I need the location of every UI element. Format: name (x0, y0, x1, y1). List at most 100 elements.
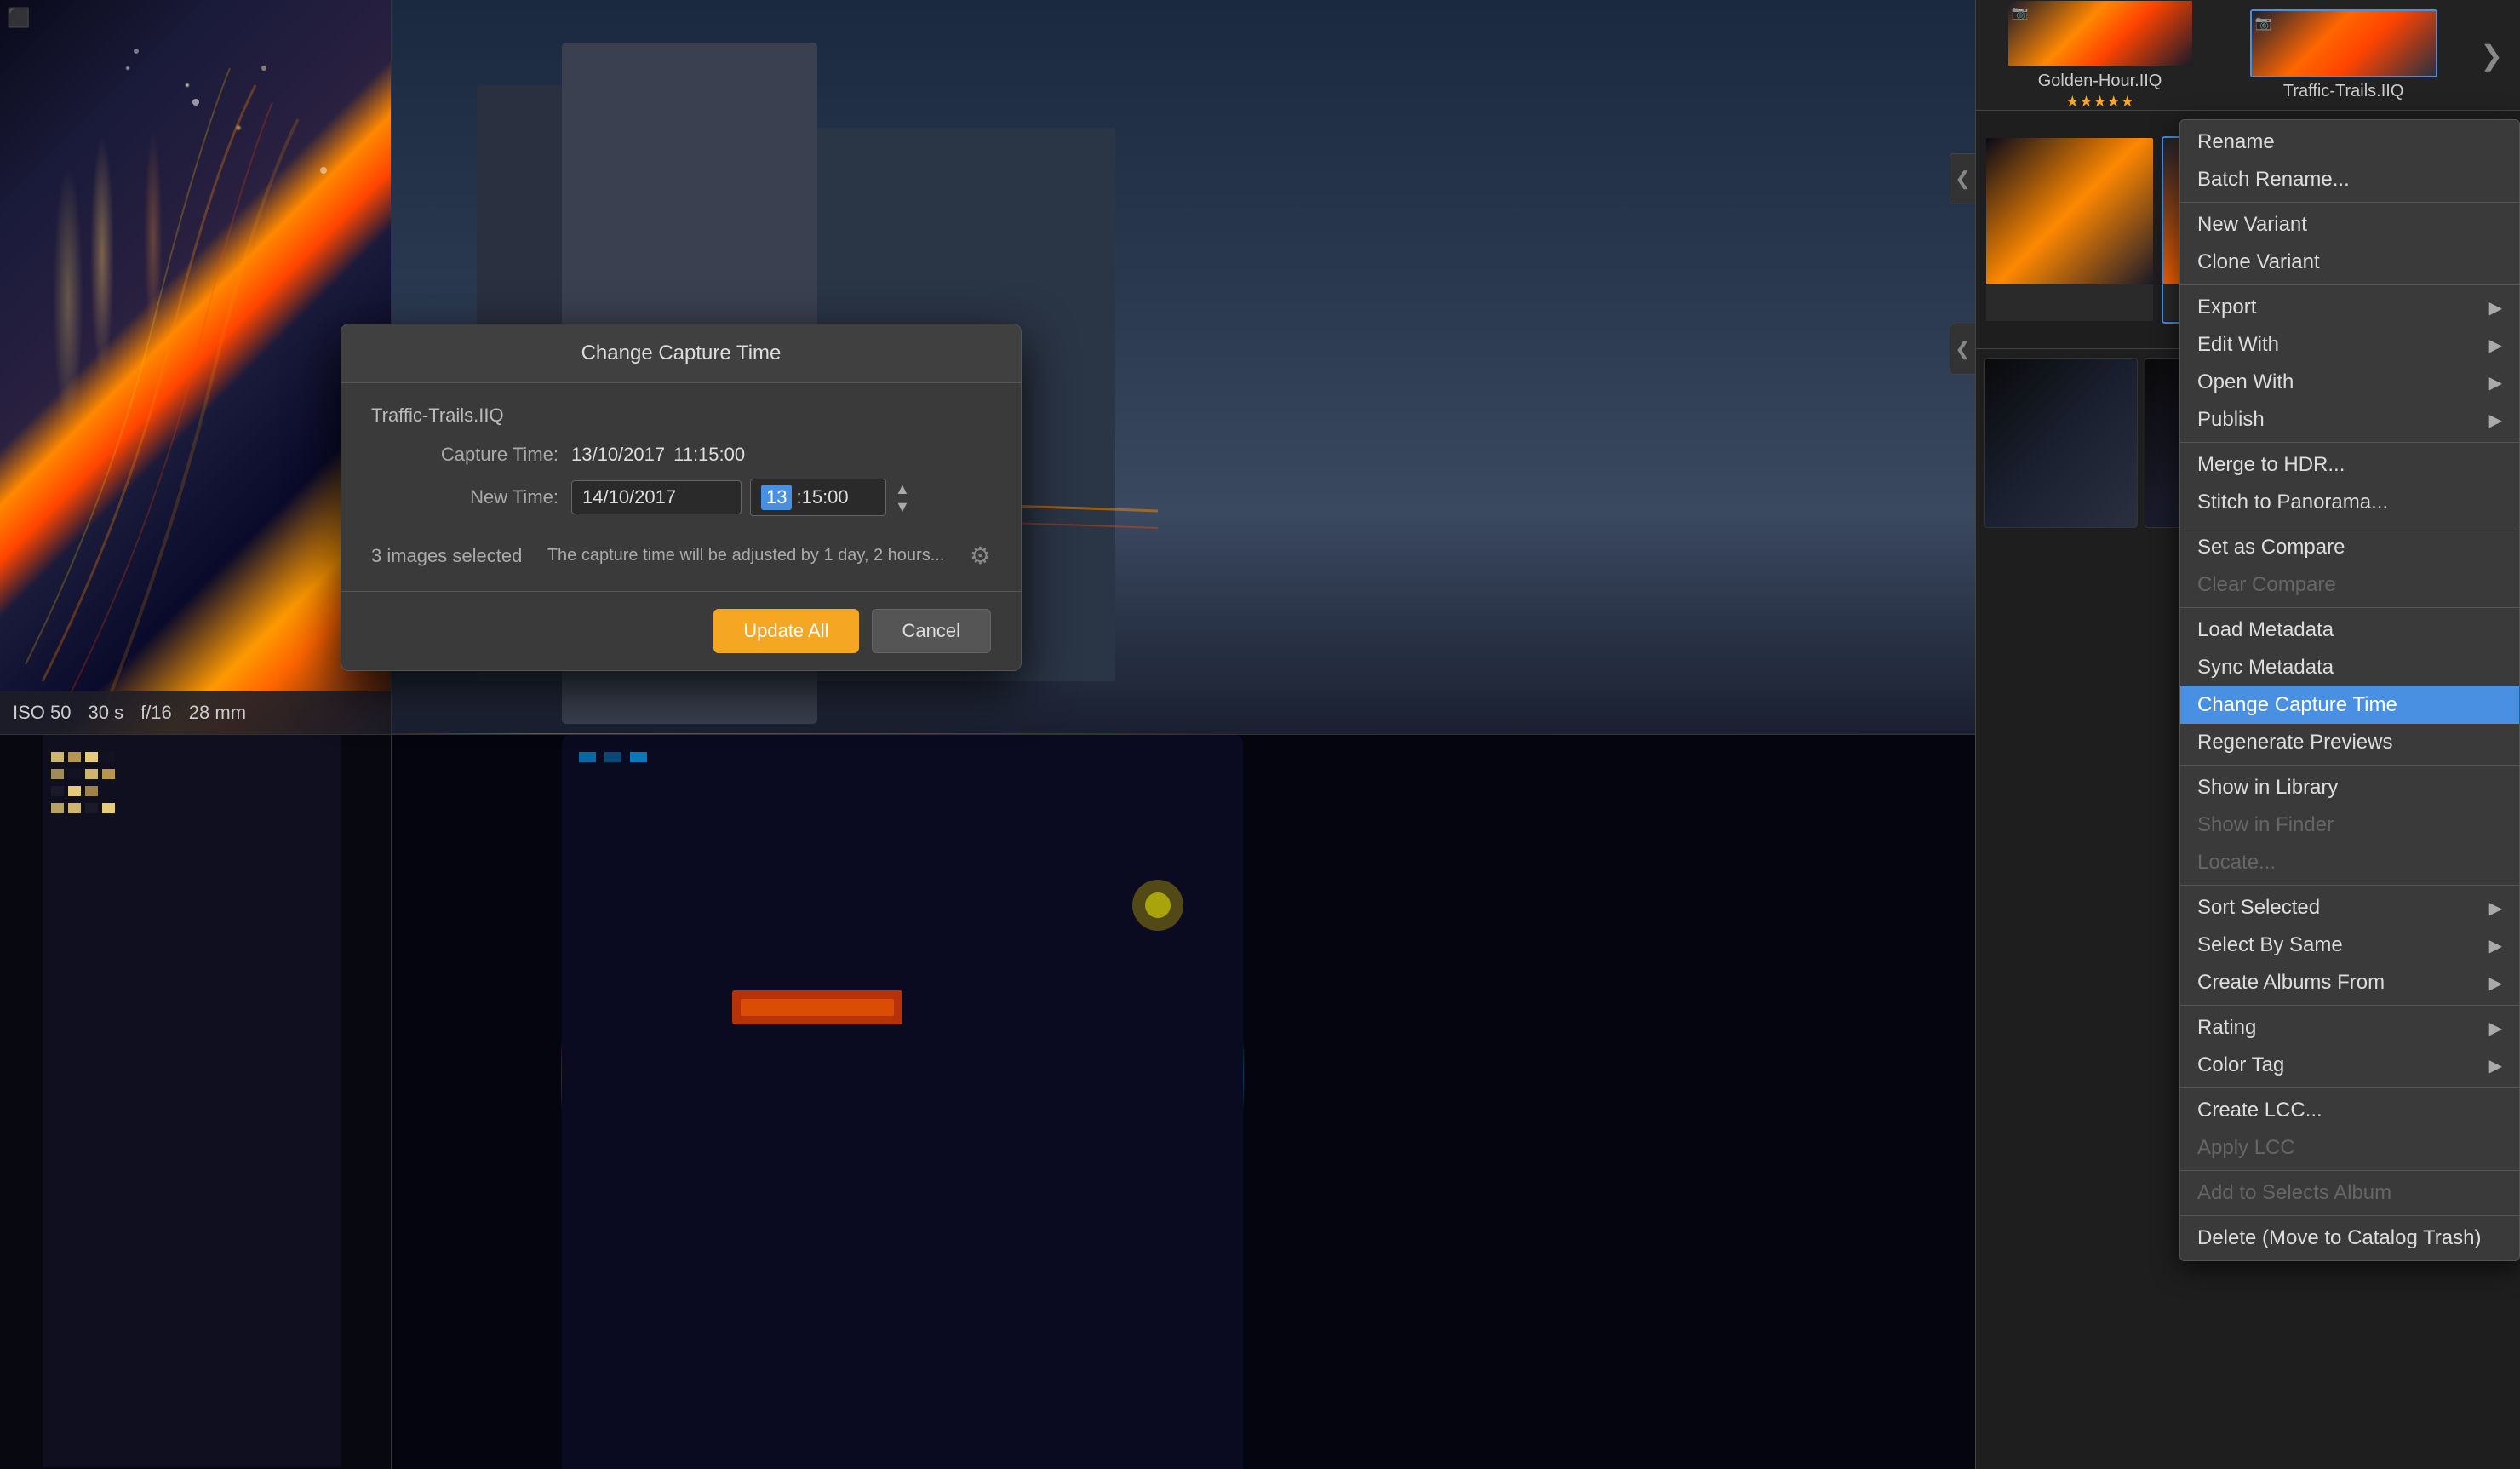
update-all-button[interactable]: Update All (713, 609, 858, 653)
menu-separator (2180, 442, 2519, 443)
menu-item-create-lcc[interactable]: Create LCC... (2180, 1092, 2519, 1129)
menu-item-new-variant[interactable]: New Variant (2180, 206, 2519, 244)
shutter-value: 30 s (88, 702, 123, 724)
menu-item-label-clone-variant: Clone Variant (2197, 250, 2320, 274)
menu-item-label-apply-lcc: Apply LCC (2197, 1136, 2295, 1160)
photo-bottom-right[interactable] (392, 735, 1975, 1469)
time-hours-highlight[interactable]: 13 (761, 485, 792, 510)
menu-arrow-create-albums-from: ▶ (2489, 973, 2502, 994)
dialog-new-time-row: New Time: 13 :15:00 ▲ ▼ (371, 479, 991, 516)
menu-item-edit-with[interactable]: Edit With▶ (2180, 326, 2519, 364)
menu-item-label-edit-with: Edit With (2197, 333, 2279, 357)
camera-icon-2: 📷 (2255, 14, 2272, 32)
traffic-trails-overlay (0, 0, 392, 732)
dialog-new-time-label: New Time: (371, 486, 558, 508)
thumb-info-1 (1986, 284, 2153, 321)
menu-item-export[interactable]: Export▶ (2180, 289, 2519, 326)
menu-item-label-rename: Rename (2197, 130, 2275, 154)
menu-item-label-batch-rename: Batch Rename... (2197, 168, 2350, 192)
menu-item-delete[interactable]: Delete (Move to Catalog Trash) (2180, 1219, 2519, 1257)
dialog-images-count: 3 images selected (371, 545, 522, 567)
menu-separator (2180, 1170, 2519, 1171)
filmstrip-img-traffic (2252, 11, 2436, 76)
menu-item-label-publish: Publish (2197, 408, 2265, 432)
menu-separator (2180, 1215, 2519, 1216)
dialog-new-time-inputs[interactable]: 13 :15:00 ▲ ▼ (571, 479, 910, 516)
menu-item-publish[interactable]: Publish▶ (2180, 401, 2519, 439)
menu-arrow-color-tag: ▶ (2489, 1055, 2502, 1076)
menu-item-set-compare[interactable]: Set as Compare (2180, 529, 2519, 566)
thumb-bg-1 (1986, 138, 2153, 285)
filmstrip-thumb-golden[interactable]: 📷 (2007, 0, 2194, 67)
menu-item-select-by-same[interactable]: Select By Same▶ (2180, 927, 2519, 964)
menu-item-clear-compare: Clear Compare (2180, 566, 2519, 604)
collapse-arrow-top[interactable]: ❮ (1950, 153, 1975, 204)
dialog-capture-time-row: Capture Time: 13/10/2017 11:15:00 (371, 444, 991, 466)
menu-separator (2180, 202, 2519, 203)
menu-item-label-delete: Delete (Move to Catalog Trash) (2197, 1226, 2481, 1250)
menu-separator (2180, 765, 2519, 766)
dialog-adjust-message: The capture time will be adjusted by 1 d… (547, 546, 945, 565)
menu-item-batch-rename[interactable]: Batch Rename... (2180, 161, 2519, 198)
collapse-arrow-mid[interactable]: ❮ (1950, 324, 1975, 375)
menu-separator (2180, 284, 2519, 285)
dialog-body: Traffic-Trails.IIQ Capture Time: 13/10/2… (341, 383, 1021, 591)
menu-arrow-open-with: ▶ (2489, 372, 2502, 393)
iso-value: ISO 50 (13, 702, 71, 724)
menu-item-label-set-compare: Set as Compare (2197, 536, 2345, 559)
menu-item-label-new-variant: New Variant (2197, 213, 2307, 237)
spin-up-arrow[interactable]: ▲ (895, 481, 910, 496)
menu-item-label-stitch-panorama: Stitch to Panorama... (2197, 491, 2388, 514)
menu-separator (2180, 1005, 2519, 1006)
menu-separator (2180, 1087, 2519, 1088)
spin-down-arrow[interactable]: ▼ (895, 499, 910, 514)
dialog-filename: Traffic-Trails.IIQ (371, 405, 991, 427)
photo-top-left[interactable]: ⬛ ISO 50 30 s f/16 28 mm (0, 0, 392, 735)
building-night-overlay (0, 735, 391, 1469)
menu-item-sort-selected[interactable]: Sort Selected▶ (2180, 889, 2519, 927)
menu-item-regenerate-previews[interactable]: Regenerate Previews (2180, 724, 2519, 761)
menu-item-rename[interactable]: Rename (2180, 123, 2519, 161)
menu-item-load-metadata[interactable]: Load Metadata (2180, 611, 2519, 649)
menu-item-show-in-library[interactable]: Show in Library (2180, 769, 2519, 806)
menu-separator (2180, 885, 2519, 886)
menu-item-clone-variant[interactable]: Clone Variant (2180, 244, 2519, 281)
photo-grid: ⬛ ISO 50 30 s f/16 28 mm (0, 0, 1975, 1469)
menu-separator (2180, 607, 2519, 608)
menu-item-label-add-to-selects: Add to Selects Album (2197, 1181, 2391, 1205)
filmstrip-item-traffic[interactable]: 📷 Traffic-Trails.IIQ (2228, 9, 2459, 101)
time-spinner[interactable]: ▲ ▼ (895, 481, 910, 514)
menu-item-rating[interactable]: Rating▶ (2180, 1009, 2519, 1047)
cancel-button[interactable]: Cancel (872, 609, 991, 653)
filmstrip-item-golden[interactable]: 📷 Golden-Hour.IIQ ★★★★★ (1984, 0, 2215, 111)
dialog-new-date-input[interactable] (571, 480, 742, 514)
time-rest: :15:00 (796, 486, 848, 508)
menu-item-change-capture-time[interactable]: Change Capture Time (2180, 686, 2519, 724)
thumb-item-1[interactable] (1984, 136, 2155, 324)
menu-item-stitch-panorama[interactable]: Stitch to Panorama... (2180, 484, 2519, 521)
context-menu: Rename Batch Rename... New Variant Clone Va… (2179, 119, 2520, 1261)
dialog-new-time-input[interactable]: 13 :15:00 (750, 479, 886, 516)
menu-item-sync-metadata[interactable]: Sync Metadata (2180, 649, 2519, 686)
dialog-footer: Update All Cancel (341, 591, 1021, 670)
filmstrip-thumb-traffic[interactable]: 📷 (2250, 9, 2437, 77)
menu-item-label-change-capture-time: Change Capture Time (2197, 693, 2397, 717)
menu-item-open-with[interactable]: Open With▶ (2180, 364, 2519, 401)
menu-arrow-select-by-same: ▶ (2489, 935, 2502, 956)
menu-item-label-create-lcc: Create LCC... (2197, 1099, 2322, 1122)
menu-item-label-locate: Locate... (2197, 851, 2276, 875)
menu-item-color-tag[interactable]: Color Tag▶ (2180, 1047, 2519, 1084)
photo-bottom-left[interactable] (0, 735, 392, 1469)
menu-item-label-create-albums-from: Create Albums From (2197, 971, 2385, 995)
menu-arrow-sort-selected: ▶ (2489, 898, 2502, 919)
menu-item-label-sync-metadata: Sync Metadata (2197, 656, 2334, 680)
menu-item-create-albums-from[interactable]: Create Albums From ▶ (2180, 964, 2519, 1001)
filmstrip-nav-next[interactable]: ❯ (2471, 31, 2511, 80)
filmstrip-img-golden (2008, 1, 2192, 66)
menu-item-merge-hdr[interactable]: Merge to HDR... (2180, 446, 2519, 484)
extra-thumb-1[interactable] (1984, 358, 2138, 528)
menu-item-label-load-metadata: Load Metadata (2197, 618, 2334, 642)
menu-item-label-show-in-library: Show in Library (2197, 776, 2338, 800)
change-capture-time-dialog[interactable]: Change Capture Time Traffic-Trails.IIQ C… (341, 324, 1022, 671)
dialog-capture-time-label: Capture Time: (371, 444, 558, 466)
